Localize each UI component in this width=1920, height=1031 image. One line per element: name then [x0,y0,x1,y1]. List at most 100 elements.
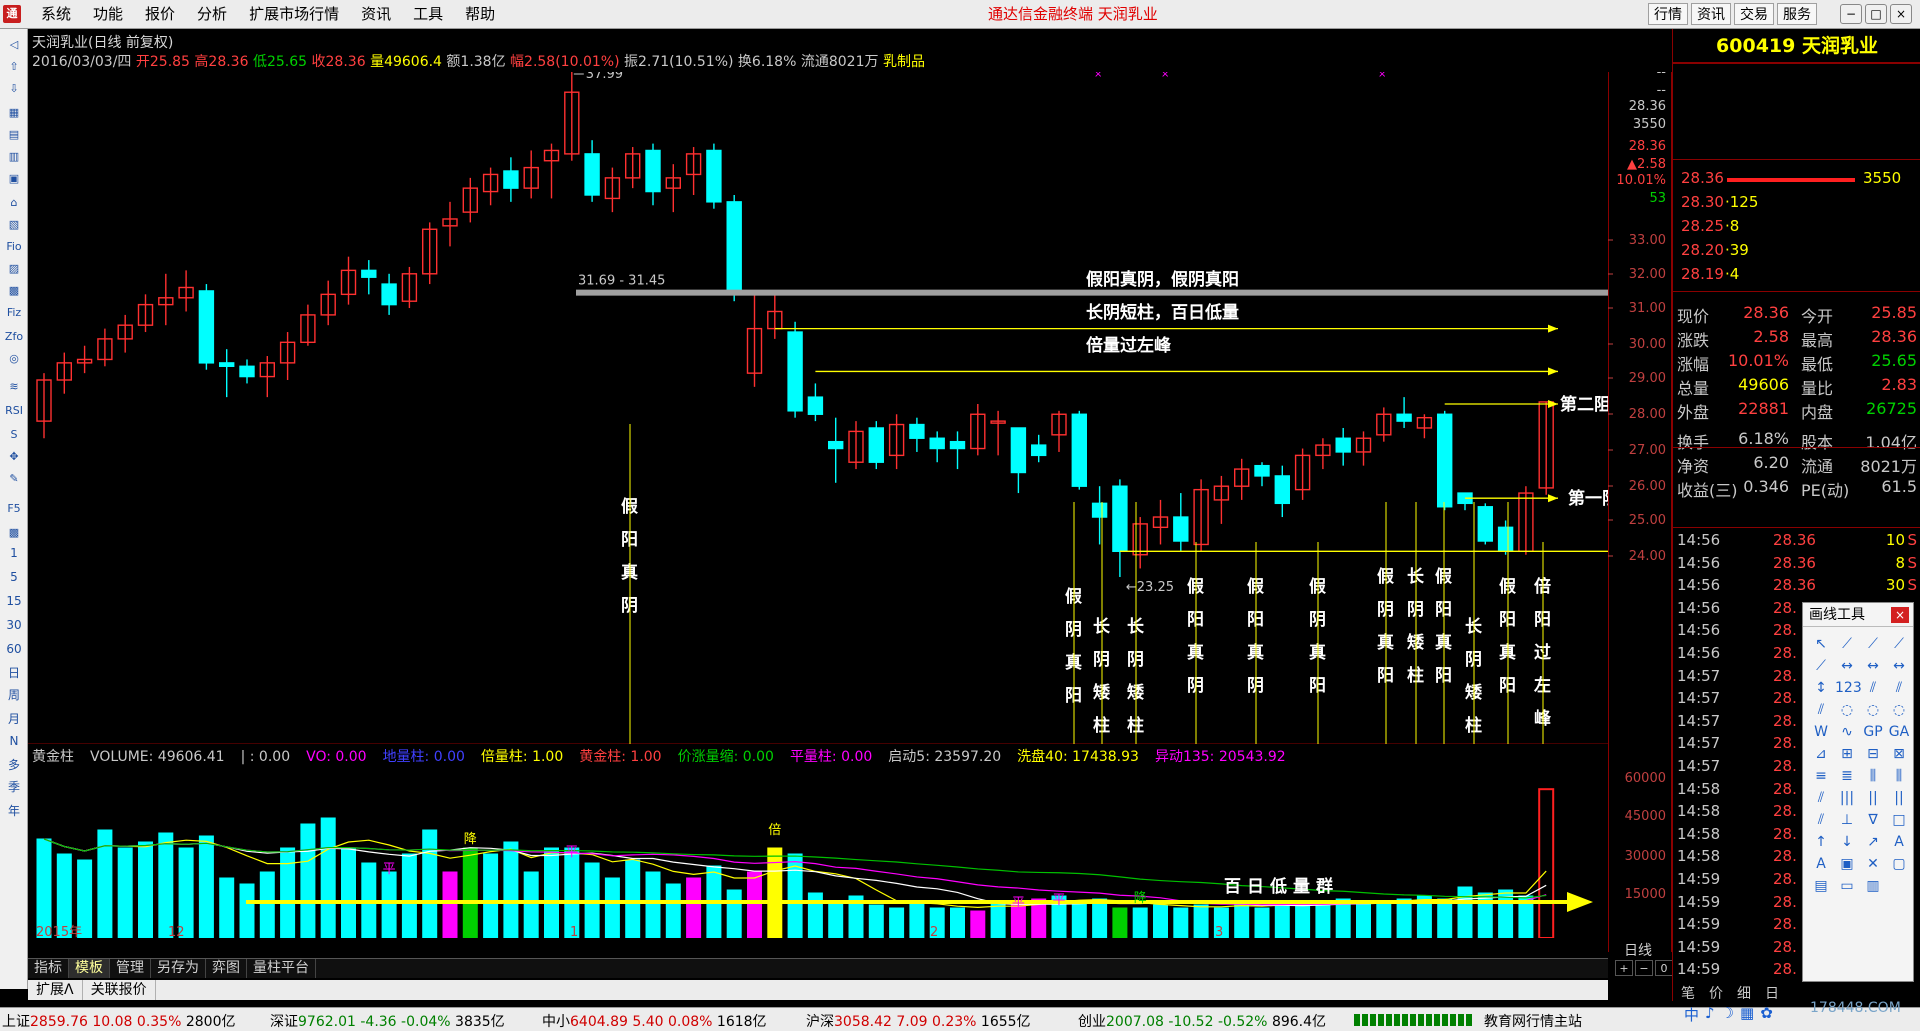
drawing-tool-icon[interactable]: ⫽ [1887,679,1911,697]
candle-body[interactable] [198,290,215,364]
candle-body[interactable] [787,331,803,412]
drawing-tool-icon[interactable]: ⫽ [1809,811,1833,829]
drawing-tool-icon[interactable]: ⟋ [1809,657,1833,675]
drawing-tool-icon[interactable]: ↓ [1835,833,1859,851]
volume-chart[interactable]: 百日低量群倍降平平平平降2015年 12 1 2 3 [28,752,1608,938]
panel-tab[interactable]: 价 [1709,983,1723,1002]
candle-body[interactable] [807,396,824,415]
volume-bar[interactable] [625,859,641,938]
drawing-tool-icon[interactable]: ||| [1835,789,1859,807]
volume-bar[interactable] [544,847,559,938]
volume-bar[interactable] [1295,901,1311,938]
volume-bar[interactable] [280,847,296,938]
index-quote[interactable]: 上证2859.76 10.08 0.35% 2800亿 [2,1011,235,1031]
volume-bar[interactable] [1477,892,1493,938]
volume-bar[interactable] [1112,907,1128,938]
volume-bar[interactable] [990,901,1006,938]
drawing-tool-icon[interactable]: ▥ [1861,877,1885,895]
volume-bar[interactable] [259,871,275,938]
index-quote[interactable]: 深证9762.01 -4.36 -0.04% 3835亿 [270,1011,505,1031]
volume-bar[interactable] [1538,788,1555,938]
toolbar-icon[interactable]: ▨ [3,259,25,279]
candle-body[interactable] [1477,506,1494,542]
toolbar-icon[interactable]: 月 [3,709,25,729]
toolbar-icon[interactable]: 60 [3,639,25,659]
drawing-tool-icon[interactable]: ↑ [1809,833,1833,851]
drawing-tool-icon[interactable]: ⫽ [1809,789,1833,807]
volume-bar[interactable] [1132,907,1148,938]
volume-bar[interactable] [604,877,620,938]
drawing-tool-icon[interactable]: ⟋ [1835,635,1859,653]
volume-bar[interactable] [239,883,255,938]
drawing-tool-icon[interactable]: □ [1887,811,1911,829]
candle-body[interactable] [1173,516,1189,542]
drawing-tool-icon[interactable]: ↔ [1861,657,1885,675]
toolbar-icon[interactable]: RSI [3,401,25,421]
indicator-tab[interactable]: 量柱平台 [247,959,316,978]
drawing-tool-icon[interactable]: ⊿ [1809,745,1833,763]
candle-body[interactable] [1112,485,1128,553]
drawing-tool-icon[interactable]: ▭ [1835,877,1859,895]
volume-bar[interactable] [686,877,702,938]
drawing-tool-icon[interactable]: ⊟ [1861,745,1885,763]
toolbar-icon[interactable]: 年 [3,801,25,821]
drawing-tool-icon[interactable]: ↔ [1887,657,1911,675]
candle-body[interactable] [868,427,884,463]
indicator-tab[interactable]: 另存为 [151,959,206,978]
drawing-tool-icon[interactable]: GA [1887,723,1911,741]
volume-bar[interactable] [665,883,681,938]
candle-body[interactable] [1071,413,1088,487]
drawing-tool-icon[interactable]: ⟋ [1887,635,1911,653]
menu-item[interactable]: 功能 [82,0,134,29]
volume-bar[interactable] [462,847,478,938]
candle-body[interactable] [503,170,519,189]
toolbar-icon[interactable]: S [3,425,25,445]
candle-body[interactable] [726,201,742,296]
candle-body[interactable] [584,153,600,196]
drawing-tool-icon[interactable]: A [1809,855,1833,873]
toolbar-icon[interactable]: ⇧ [3,57,25,77]
drawing-tool-icon[interactable]: ↔ [1835,657,1859,675]
toolbar-icon[interactable]: N [3,731,25,751]
price-chart[interactable]: 31.69 - 31.45 37.99 ←23.25 第二阻力位第一阻力位 假阳真阴，假… [28,72,1608,744]
drawing-tool-icon[interactable]: ⊥ [1835,811,1859,829]
volume-bar[interactable] [1173,907,1189,938]
menu-item[interactable]: 扩展市场行情 [238,0,350,29]
volume-bar[interactable] [138,841,153,938]
toolbar-icon[interactable]: ▥ [3,147,25,167]
extension-tab[interactable]: 关联报价 [83,980,156,1000]
indicator-tab[interactable]: 模板 [69,959,110,978]
indicator-tab[interactable]: 弈图 [206,959,247,978]
candle-body[interactable] [949,440,966,450]
toolbar-icon[interactable]: ✎ [3,469,25,489]
candle-body[interactable] [218,362,235,367]
toolbar-icon[interactable]: 15 [3,591,25,611]
candle-body[interactable] [1274,475,1291,505]
volume-bar[interactable] [1234,901,1250,938]
drawing-tool-icon[interactable]: ⫽ [1809,701,1833,719]
drawing-tool-icon[interactable]: 123 [1835,679,1862,697]
volume-bar[interactable] [1274,901,1290,938]
period-label[interactable]: 日线 [1624,940,1652,960]
toolbar-icon[interactable]: 多 [3,755,25,775]
top-button[interactable]: 资讯 [1691,3,1731,25]
toolbar-icon[interactable]: ▩ [3,523,25,543]
toolbar-icon[interactable]: ▦ [3,103,25,123]
candle-body[interactable] [1031,444,1047,457]
menu-item[interactable]: 报价 [134,0,186,29]
volume-bar[interactable] [483,853,499,938]
toolbar-icon[interactable]: ▣ [3,169,25,189]
candle-body[interactable] [1010,427,1027,474]
volume-bar[interactable] [1254,907,1270,938]
panel-tab[interactable]: 笔 [1681,983,1695,1002]
ime-icon[interactable]: ☽ [1721,1004,1734,1028]
volume-bar[interactable] [117,847,133,938]
candle-body[interactable] [381,283,397,306]
volume-bar[interactable] [381,871,397,938]
ime-icon[interactable]: ♪ [1705,1004,1715,1028]
ime-icon[interactable]: ▦ [1740,1004,1754,1028]
toolbar-icon[interactable]: ▤ [3,125,25,145]
extension-tab[interactable]: 扩展Λ [28,980,83,1000]
toolbar-icon[interactable]: ▩ [3,281,25,301]
candle-body[interactable] [1091,502,1108,518]
